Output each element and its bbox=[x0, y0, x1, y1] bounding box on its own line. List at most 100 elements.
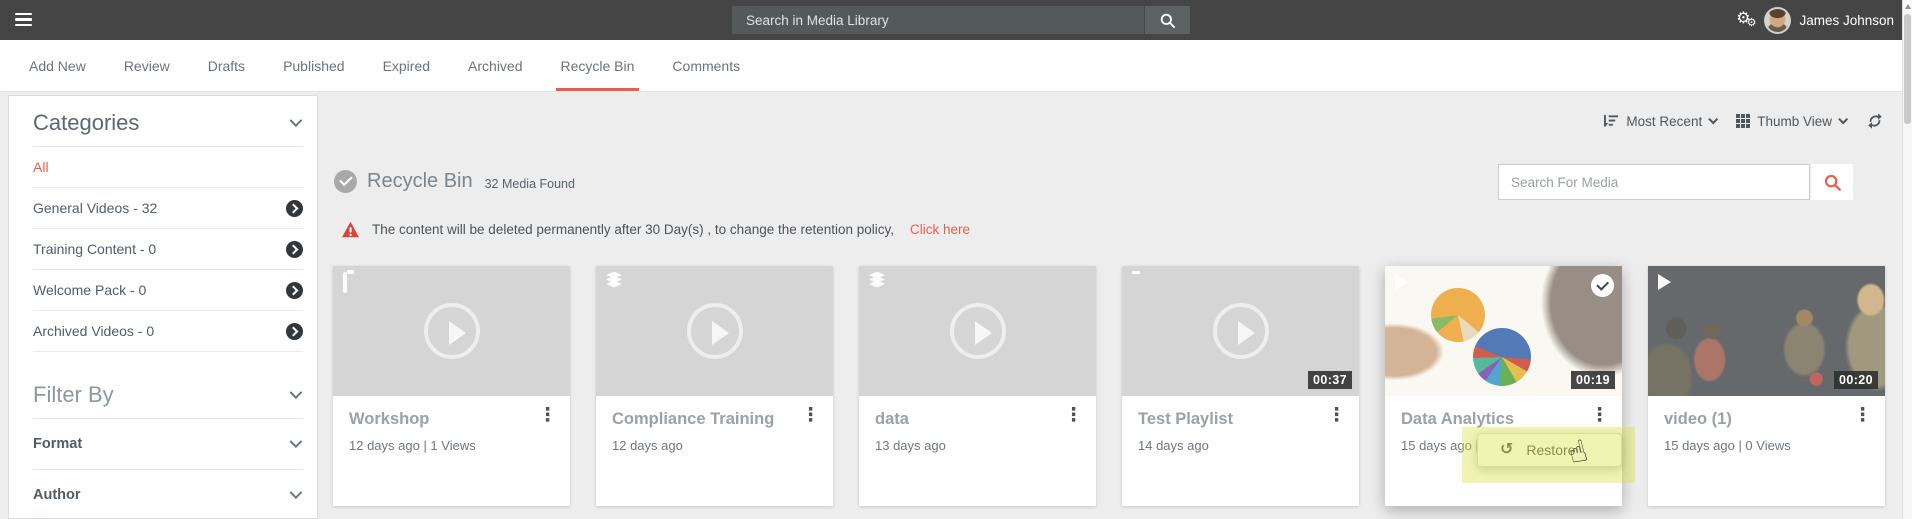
user-name[interactable]: James Johnson bbox=[1799, 13, 1894, 28]
tab-label: Add New bbox=[29, 58, 86, 74]
click-here-link[interactable]: Click here bbox=[910, 222, 970, 237]
more-options-button[interactable]: ⋮ bbox=[1064, 406, 1083, 425]
tab-published[interactable]: Published bbox=[264, 40, 364, 91]
page-header: Recycle Bin 32 Media Found bbox=[334, 170, 575, 193]
chevron-right-circle-icon bbox=[286, 323, 303, 340]
check-circle-icon bbox=[334, 170, 357, 193]
page-title: Recycle Bin bbox=[367, 170, 473, 193]
media-thumbnail[interactable] bbox=[596, 266, 833, 396]
sort-amount-icon bbox=[1604, 114, 1619, 128]
media-grid: Workshop ⋮ 12 days ago | 1 Views Complia… bbox=[333, 266, 1885, 506]
media-title[interactable]: Data Analytics bbox=[1401, 410, 1593, 429]
media-meta: 12 days ago | 1 Views bbox=[349, 438, 556, 453]
filter-by-title: Filter By bbox=[33, 382, 114, 408]
warning-triangle-icon bbox=[341, 221, 360, 238]
hamburger-menu-icon[interactable] bbox=[15, 13, 32, 29]
category-item-welcome-pack[interactable]: Welcome Pack - 0 bbox=[9, 270, 317, 310]
play-icon bbox=[1658, 274, 1671, 290]
media-title[interactable]: Test Playlist bbox=[1138, 410, 1330, 429]
media-title[interactable]: data bbox=[875, 410, 1067, 429]
view-dropdown[interactable]: Thumb View bbox=[1736, 114, 1846, 129]
sort-dropdown[interactable]: Most Recent bbox=[1604, 114, 1716, 129]
media-search-input[interactable] bbox=[1498, 164, 1810, 200]
tab-recycle-bin[interactable]: Recycle Bin bbox=[542, 40, 654, 91]
media-card: data ⋮ 13 days ago bbox=[859, 266, 1096, 506]
vertical-scrollbar[interactable] bbox=[1902, 0, 1912, 519]
topbar-right: ⚙⚙ James Johnson bbox=[1736, 0, 1894, 40]
media-title[interactable]: Workshop bbox=[349, 410, 541, 429]
card-info: video (1) ⋮ 15 days ago | 0 Views bbox=[1648, 396, 1885, 506]
global-search-button[interactable] bbox=[1144, 6, 1190, 34]
retention-warning: The content will be deleted permanently … bbox=[341, 221, 970, 238]
tab-archived[interactable]: Archived bbox=[449, 40, 541, 91]
media-thumbnail[interactable] bbox=[859, 266, 1096, 396]
category-item-archived-videos[interactable]: Archived Videos - 0 bbox=[9, 311, 317, 351]
filter-format[interactable]: Format bbox=[9, 419, 317, 469]
card-info: Test Playlist ⋮ 14 days ago bbox=[1122, 396, 1359, 506]
category-item-general-videos[interactable]: General Videos - 32 bbox=[9, 188, 317, 228]
play-circle-icon bbox=[424, 303, 480, 359]
selected-check-icon[interactable] bbox=[1591, 274, 1614, 297]
filter-author[interactable]: Author bbox=[9, 470, 317, 519]
more-options-button[interactable]: ⋮ bbox=[801, 406, 820, 425]
media-thumbnail[interactable]: 00:20 bbox=[1648, 266, 1885, 396]
media-search-button[interactable] bbox=[1811, 164, 1853, 200]
layers-icon bbox=[869, 274, 885, 288]
media-thumbnail[interactable]: 00:19 bbox=[1385, 266, 1622, 396]
layers-icon bbox=[606, 274, 622, 288]
tab-label: Review bbox=[124, 58, 170, 74]
media-card: Compliance Training ⋮ 12 days ago bbox=[596, 266, 833, 506]
card-info: Workshop ⋮ 12 days ago | 1 Views bbox=[333, 396, 570, 506]
media-search bbox=[1498, 164, 1853, 200]
media-thumbnail[interactable]: 00:37 bbox=[1122, 266, 1359, 396]
chevron-down-icon bbox=[290, 435, 303, 448]
chevron-right-circle-icon bbox=[286, 200, 303, 217]
pie-chart-graphic bbox=[1431, 288, 1485, 342]
chevron-down-icon[interactable] bbox=[290, 114, 303, 127]
tab-label: Recycle Bin bbox=[561, 58, 635, 74]
restore-icon: ↺ bbox=[1500, 442, 1513, 458]
warning-text: The content will be deleted permanently … bbox=[372, 222, 894, 237]
card-info: data ⋮ 13 days ago bbox=[859, 396, 1096, 506]
divider bbox=[33, 351, 303, 352]
media-count: 32 Media Found bbox=[485, 172, 575, 191]
tab-label: Archived bbox=[468, 58, 522, 74]
category-item-all[interactable]: All bbox=[9, 147, 317, 187]
clipboard-icon bbox=[343, 272, 347, 293]
chevron-right-circle-icon bbox=[286, 241, 303, 258]
media-card: Workshop ⋮ 12 days ago | 1 Views bbox=[333, 266, 570, 506]
more-options-button[interactable]: ⋮ bbox=[1853, 406, 1872, 425]
scroll-up-arrow-icon[interactable] bbox=[1905, 4, 1911, 9]
category-item-training-content[interactable]: Training Content - 0 bbox=[9, 229, 317, 269]
tab-comments[interactable]: Comments bbox=[653, 40, 759, 91]
card-info: Compliance Training ⋮ 12 days ago bbox=[596, 396, 833, 506]
tab-label: Drafts bbox=[208, 58, 245, 74]
user-avatar[interactable] bbox=[1764, 7, 1791, 34]
tab-review[interactable]: Review bbox=[105, 40, 189, 91]
duration-badge: 00:37 bbox=[1308, 371, 1352, 389]
search-icon bbox=[1159, 12, 1176, 29]
scrollbar-thumb[interactable] bbox=[1904, 14, 1911, 124]
categories-header: Categories bbox=[9, 96, 317, 146]
media-title[interactable]: Compliance Training bbox=[612, 410, 804, 429]
chevron-down-icon[interactable] bbox=[290, 386, 303, 399]
filter-by-header: Filter By bbox=[9, 368, 317, 418]
tab-bar: Add New Review Drafts Published Expired … bbox=[0, 40, 1912, 92]
refresh-button[interactable] bbox=[1866, 112, 1884, 130]
duration-badge: 00:20 bbox=[1834, 371, 1878, 389]
more-options-button[interactable]: ⋮ bbox=[1590, 406, 1609, 425]
search-icon bbox=[1823, 173, 1842, 192]
media-library-app: ⚙⚙ James Johnson Add New Review Drafts P… bbox=[0, 0, 1912, 519]
tab-add-new[interactable]: Add New bbox=[10, 40, 105, 91]
more-options-button[interactable]: ⋮ bbox=[1327, 406, 1346, 425]
global-search-input[interactable] bbox=[732, 6, 1144, 34]
tab-drafts[interactable]: Drafts bbox=[189, 40, 264, 91]
grid-view-icon bbox=[1736, 114, 1750, 128]
view-label: Thumb View bbox=[1757, 114, 1832, 129]
media-thumbnail[interactable] bbox=[333, 266, 570, 396]
settings-cogs-icon[interactable]: ⚙⚙ bbox=[1736, 11, 1756, 29]
tab-expired[interactable]: Expired bbox=[364, 40, 449, 91]
global-search bbox=[732, 6, 1190, 34]
media-title[interactable]: video (1) bbox=[1664, 410, 1856, 429]
more-options-button[interactable]: ⋮ bbox=[538, 406, 557, 425]
